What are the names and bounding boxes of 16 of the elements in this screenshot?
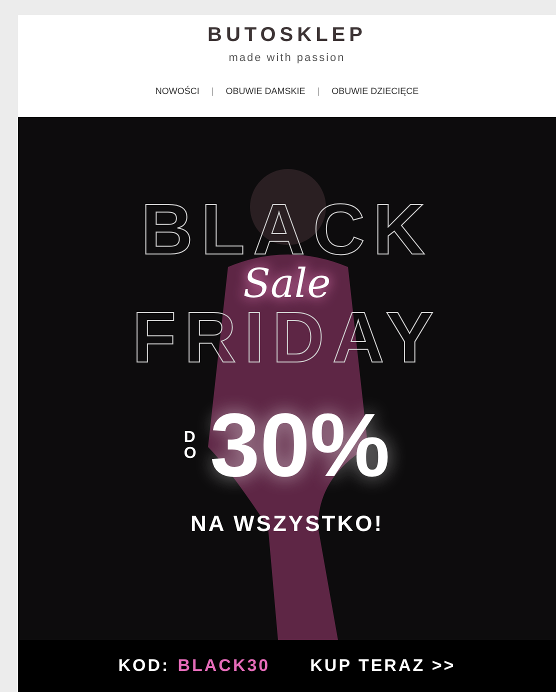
nav-separator: | [317,84,320,98]
outlined-headline: FRIDAY [132,305,442,371]
nav-link[interactable]: OBUWIE DZIECIĘCE [332,84,419,98]
brand-logo[interactable]: BUTOSKLEP [208,25,366,45]
code-label: KOD: [118,655,170,678]
brand-tagline: made with passion [228,51,346,66]
shop-now-link[interactable]: KUP TERAZ >> [310,653,456,679]
discount-value: 30% [210,401,390,491]
discount-prefix: DO [184,430,198,462]
script-text: Sale [243,263,331,305]
nav-separator: | [211,84,214,98]
nav-link[interactable]: NOWOŚCI [155,84,200,98]
promo-code: BLACK30 [178,655,270,678]
outlined-headline: BLACK [141,197,433,263]
banner-subline: NA WSZYSTKO! [190,510,384,538]
nav-link[interactable]: OBUWIE DAMSKIE [226,84,306,98]
